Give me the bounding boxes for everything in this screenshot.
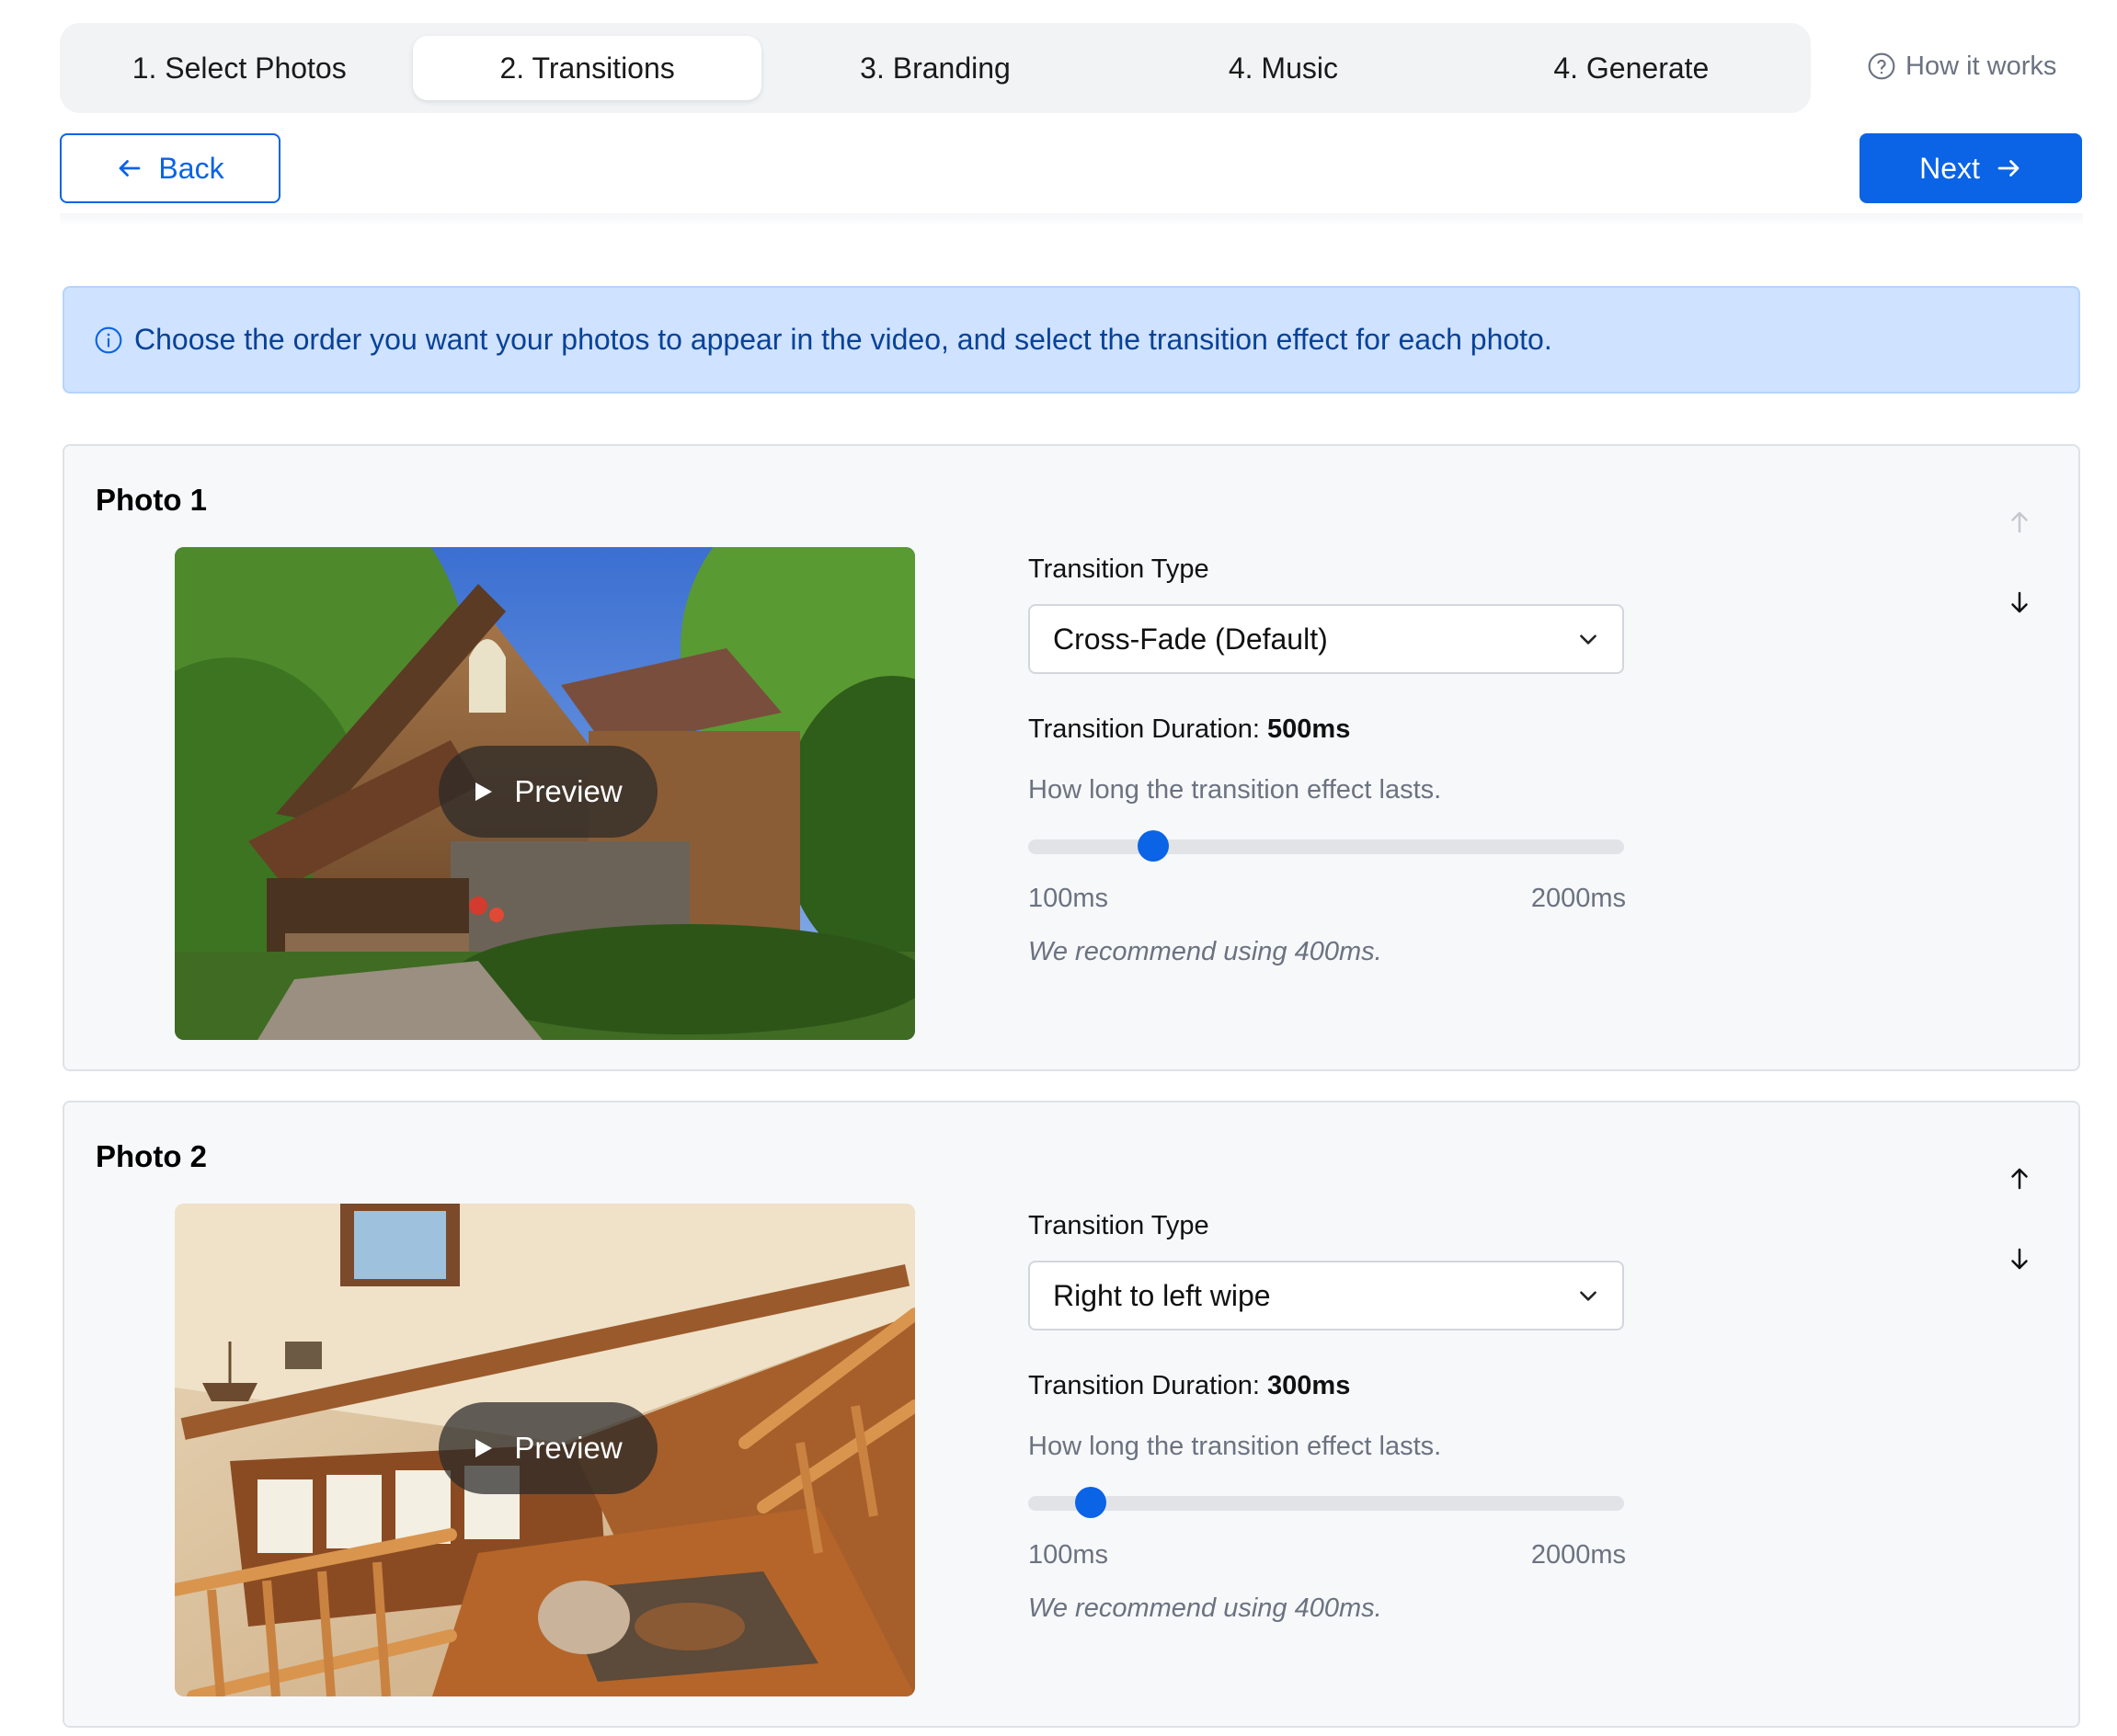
transition-duration-label: Transition Duration: 300ms <box>1028 1371 1350 1401</box>
transition-controls: Transition Type Cross-Fade (Default) Tra… <box>1028 446 1626 1069</box>
slider-min-label: 100ms <box>1028 884 1109 913</box>
transition-type-select[interactable]: Right to left wipe <box>1028 1261 1624 1331</box>
play-icon <box>475 1439 493 1457</box>
transitions-page: 1. Select Photos 2. Transitions 3. Brand… <box>0 0 2117 1736</box>
photo-thumbnail-cabin-interior: Preview <box>175 1204 915 1696</box>
recommendation-text: We recommend using 400ms. <box>1028 1593 1382 1623</box>
slider-min-label: 100ms <box>1028 1540 1109 1570</box>
header-divider <box>60 213 2083 226</box>
chevron-down-icon <box>1580 634 1596 645</box>
transition-type-value: Right to left wipe <box>1053 1278 1271 1312</box>
wizard-stepper: 1. Select Photos 2. Transitions 3. Brand… <box>60 23 1811 113</box>
slider-max-label: 2000ms <box>1530 1540 1626 1570</box>
info-icon <box>95 326 122 353</box>
duration-value: 500ms <box>1267 714 1351 744</box>
duration-help-text: How long the transition effect lasts. <box>1028 775 1442 805</box>
preview-button[interactable]: Preview <box>439 1402 658 1494</box>
step-transitions[interactable]: 2. Transitions <box>413 36 761 100</box>
duration-label-text: Transition Duration: <box>1028 1371 1260 1400</box>
how-it-works-label: How it works <box>1905 51 2057 81</box>
play-icon <box>475 782 493 801</box>
next-label: Next <box>1919 151 1980 185</box>
slider-track <box>1028 1496 1624 1511</box>
info-alert: Choose the order you want your photos to… <box>63 286 2080 394</box>
transition-type-label: Transition Type <box>1028 1211 1209 1240</box>
step-branding[interactable]: 3. Branding <box>761 36 1109 100</box>
arrow-up-icon <box>2011 511 2028 533</box>
arrow-right-icon <box>1997 160 2020 177</box>
move-down-button[interactable] <box>2001 584 2038 621</box>
step-generate[interactable]: 4. Generate <box>1458 36 1805 100</box>
transition-controls: Transition Type Right to left wipe Trans… <box>1028 1102 1626 1726</box>
duration-slider[interactable] <box>1028 830 1624 863</box>
step-select-photos[interactable]: 1. Select Photos <box>65 36 413 100</box>
slider-track <box>1028 839 1624 854</box>
transition-type-value: Cross-Fade (Default) <box>1053 622 1328 656</box>
back-button[interactable]: Back <box>60 133 280 203</box>
chevron-down-icon <box>1580 1291 1596 1301</box>
preview-label: Preview <box>514 1431 623 1465</box>
preview-button[interactable]: Preview <box>439 746 658 838</box>
slider-thumb[interactable] <box>1075 1487 1107 1518</box>
recommendation-text: We recommend using 400ms. <box>1028 937 1382 966</box>
transition-type-select[interactable]: Cross-Fade (Default) <box>1028 604 1624 674</box>
arrow-down-icon <box>2011 1248 2028 1270</box>
move-up-button[interactable] <box>2001 504 2038 541</box>
arrow-up-icon <box>2011 1168 2028 1190</box>
next-button[interactable]: Next <box>1860 133 2082 203</box>
duration-value: 300ms <box>1267 1371 1351 1400</box>
back-label: Back <box>158 151 224 185</box>
duration-slider[interactable] <box>1028 1487 1624 1520</box>
help-circle-icon <box>1868 52 1895 80</box>
how-it-works-link[interactable]: How it works <box>1867 48 2056 85</box>
slider-thumb[interactable] <box>1138 830 1170 862</box>
photo-card: Photo 1 Preview Transition Type Cross-Fa… <box>63 444 2080 1071</box>
transition-type-label: Transition Type <box>1028 554 1209 584</box>
arrow-down-icon <box>2011 591 2028 613</box>
photo-title: Photo 2 <box>96 1139 207 1173</box>
step-music[interactable]: 4. Music <box>1109 36 1457 100</box>
move-down-button[interactable] <box>2001 1240 2038 1277</box>
move-up-button[interactable] <box>2001 1160 2038 1197</box>
info-text: Choose the order you want your photos to… <box>134 323 1552 356</box>
duration-label-text: Transition Duration: <box>1028 714 1260 744</box>
photo-card: Photo 2 Preview Transition Type Right to… <box>63 1101 2080 1728</box>
photo-title: Photo 1 <box>96 483 207 517</box>
transition-duration-label: Transition Duration: 500ms <box>1028 714 1350 745</box>
slider-max-label: 2000ms <box>1530 884 1626 913</box>
preview-label: Preview <box>514 774 623 808</box>
photo-thumbnail-house-exterior: Preview <box>175 547 915 1040</box>
arrow-left-icon <box>120 160 141 177</box>
duration-help-text: How long the transition effect lasts. <box>1028 1432 1442 1461</box>
